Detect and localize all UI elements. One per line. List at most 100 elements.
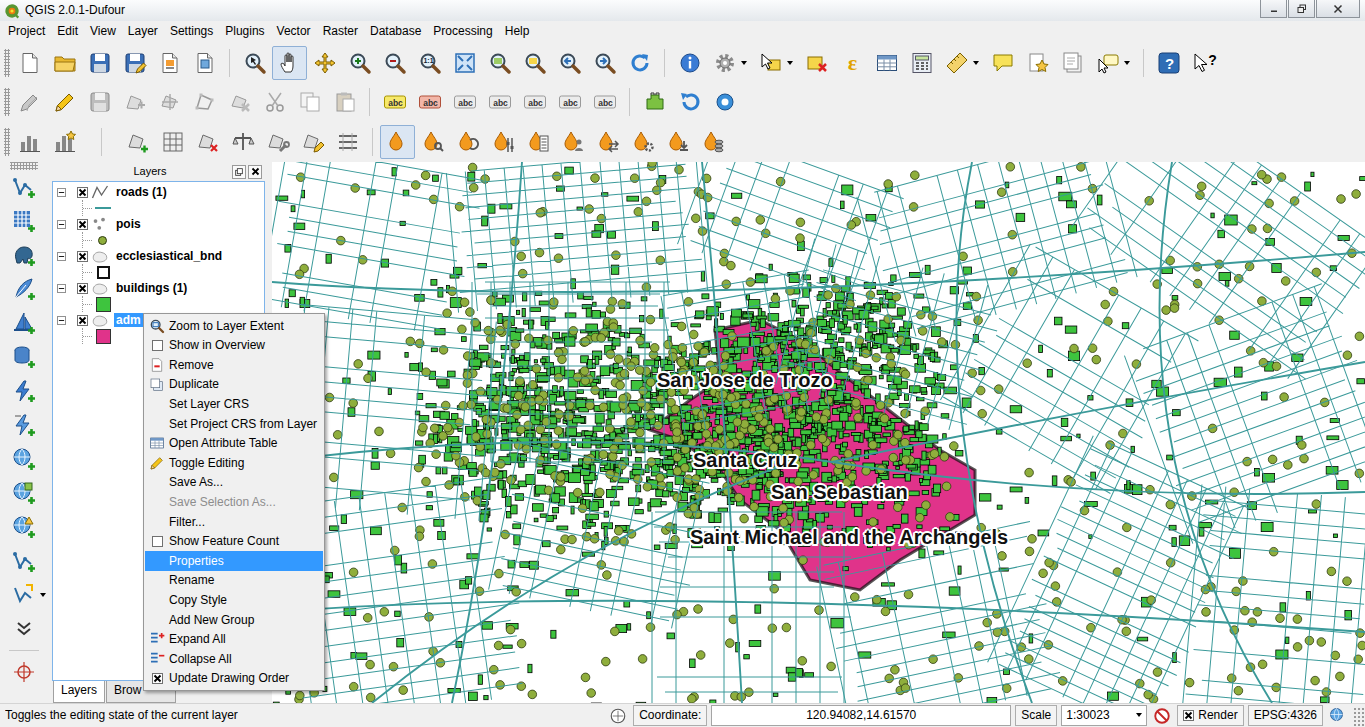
- addvector-tool-button[interactable]: [6, 544, 42, 578]
- layer-checkbox[interactable]: [77, 283, 88, 294]
- magplus-tool-button[interactable]: [342, 46, 377, 80]
- table-tool-button[interactable]: [869, 46, 904, 80]
- folder-tool-button[interactable]: [47, 46, 82, 80]
- layer-name[interactable]: buildings (1): [114, 281, 189, 295]
- touch-tool-button[interactable]: [237, 46, 272, 80]
- measure-tool-button[interactable]: [939, 46, 985, 80]
- doc-tool-button[interactable]: [12, 46, 47, 80]
- pencil-tool-button[interactable]: [47, 85, 82, 119]
- dropdown-tool-button[interactable]: [660, 125, 695, 159]
- dropgear-tool-button[interactable]: [625, 125, 660, 159]
- action-tool-button[interactable]: [707, 46, 753, 80]
- whatsthis-tool-button[interactable]: ?: [1186, 46, 1221, 80]
- context-menu-item[interactable]: Filter...: [145, 512, 323, 532]
- layer-checkbox[interactable]: [77, 315, 88, 326]
- resize-grip[interactable]: [1353, 707, 1365, 727]
- plugin-tool-button[interactable]: [637, 85, 672, 119]
- diskgrey-tool-button[interactable]: [82, 85, 117, 119]
- menu-item[interactable]: View: [84, 21, 122, 42]
- menu-item[interactable]: Settings: [164, 21, 219, 42]
- map-canvas[interactable]: San Jose de TrozoSanta CruzSan Sebastian…: [272, 162, 1365, 703]
- context-menu-item[interactable]: Save As...: [145, 473, 323, 493]
- vpencil-tool-button[interactable]: [295, 125, 330, 159]
- pencilgrey-tool-button[interactable]: [12, 85, 47, 119]
- menu-item[interactable]: Project: [2, 21, 51, 42]
- dropperson-tool-button[interactable]: [555, 125, 590, 159]
- abcy-tool-button[interactable]: abc: [377, 85, 412, 119]
- menu-item[interactable]: Edit: [51, 21, 84, 42]
- vlines-tool-button[interactable]: [330, 125, 365, 159]
- layer-row[interactable]: pois: [53, 216, 264, 232]
- vgrid-tool-button[interactable]: [155, 125, 190, 159]
- menu-item[interactable]: Layer: [122, 21, 164, 42]
- vdel-tool-button[interactable]: [190, 125, 225, 159]
- disk-tool-button[interactable]: [82, 46, 117, 80]
- addfeat-tool-button[interactable]: [117, 85, 152, 119]
- layer-row[interactable]: ecclesiastical_bnd: [53, 248, 264, 264]
- crosshair-tool-button[interactable]: [6, 655, 42, 689]
- coordinate-toggle-button[interactable]: [607, 706, 629, 726]
- menu-item[interactable]: Plugins: [219, 21, 270, 42]
- diskas-tool-button[interactable]: [117, 46, 152, 80]
- float-button[interactable]: [232, 165, 246, 179]
- help-tool-button[interactable]: ?: [1151, 46, 1186, 80]
- paste-tool-button[interactable]: [327, 85, 362, 119]
- context-menu-item[interactable]: Collapse All: [145, 649, 323, 669]
- menu-item[interactable]: Database: [364, 21, 427, 42]
- undo-tool-button[interactable]: [672, 85, 707, 119]
- abcg-tool-button[interactable]: abc: [552, 85, 587, 119]
- composermgr-tool-button[interactable]: [187, 46, 222, 80]
- magminus-tool-button[interactable]: [377, 46, 412, 80]
- dropstack-tool-button[interactable]: [695, 125, 730, 159]
- crs-button[interactable]: EPSG:4326: [1248, 705, 1323, 725]
- context-menu-item[interactable]: Expand All: [145, 630, 323, 650]
- layer-row[interactable]: buildings (1): [53, 280, 264, 296]
- bookmark-tool-button[interactable]: [1020, 46, 1055, 80]
- delete-tool-button[interactable]: [222, 85, 257, 119]
- expand-toggle[interactable]: [57, 188, 66, 197]
- close-button[interactable]: [1316, 0, 1360, 18]
- abcg-tool-button[interactable]: abc: [447, 85, 482, 119]
- scale-combo[interactable]: 1:30023: [1061, 705, 1147, 725]
- context-menu-item[interactable]: Remove: [145, 355, 323, 375]
- dropkey-tool-button[interactable]: [415, 125, 450, 159]
- expand-toggle[interactable]: [57, 284, 66, 293]
- context-menu-item[interactable]: Toggle Editing: [145, 453, 323, 473]
- addmss-tool-button[interactable]: [6, 306, 42, 340]
- newvec-tool-button[interactable]: [6, 578, 42, 612]
- magfull-tool-button[interactable]: [447, 46, 482, 80]
- toolbar-grip[interactable]: [10, 162, 38, 170]
- magnext-tool-button[interactable]: [587, 46, 622, 80]
- select-tool-button[interactable]: [753, 46, 799, 80]
- expand-toggle[interactable]: [57, 252, 66, 261]
- context-menu-item[interactable]: Duplicate: [145, 375, 323, 395]
- refresh-tool-button[interactable]: [622, 46, 657, 80]
- addora-tool-button[interactable]: [6, 340, 42, 374]
- minimize-button[interactable]: [1260, 0, 1287, 18]
- bars-tool-button[interactable]: [12, 125, 47, 159]
- crs-status-button[interactable]: [1327, 706, 1349, 726]
- expr-tool-button[interactable]: ε: [834, 46, 869, 80]
- addwcs-tool-button[interactable]: [6, 476, 42, 510]
- bookmarks-tool-button[interactable]: [1055, 46, 1090, 80]
- node-tool-button[interactable]: [187, 85, 222, 119]
- cut-tool-button[interactable]: [257, 85, 292, 119]
- layer-checkbox[interactable]: [77, 187, 88, 198]
- abcr-tool-button[interactable]: abc: [412, 85, 447, 119]
- layer-checkbox[interactable]: [77, 219, 88, 230]
- maglast-tool-button[interactable]: [552, 46, 587, 80]
- addpg-tool-button[interactable]: [6, 238, 42, 272]
- deselect-tool-button[interactable]: [799, 46, 834, 80]
- calc-tool-button[interactable]: [904, 46, 939, 80]
- menu-checkbox[interactable]: [152, 340, 163, 351]
- context-menu-item[interactable]: Set Layer CRS: [145, 394, 323, 414]
- context-menu-item[interactable]: Show in Overview: [145, 336, 323, 356]
- panel-tab[interactable]: Layers: [53, 681, 105, 703]
- toolbar-grip[interactable]: [4, 88, 10, 116]
- addcsv-tool-button[interactable]: [6, 408, 42, 442]
- context-menu-item[interactable]: Properties: [145, 551, 323, 571]
- abcg-tool-button[interactable]: abc: [482, 85, 517, 119]
- context-menu-item[interactable]: Rename: [145, 571, 323, 591]
- droparrows-tool-button[interactable]: [590, 125, 625, 159]
- droplist-tool-button[interactable]: [520, 125, 555, 159]
